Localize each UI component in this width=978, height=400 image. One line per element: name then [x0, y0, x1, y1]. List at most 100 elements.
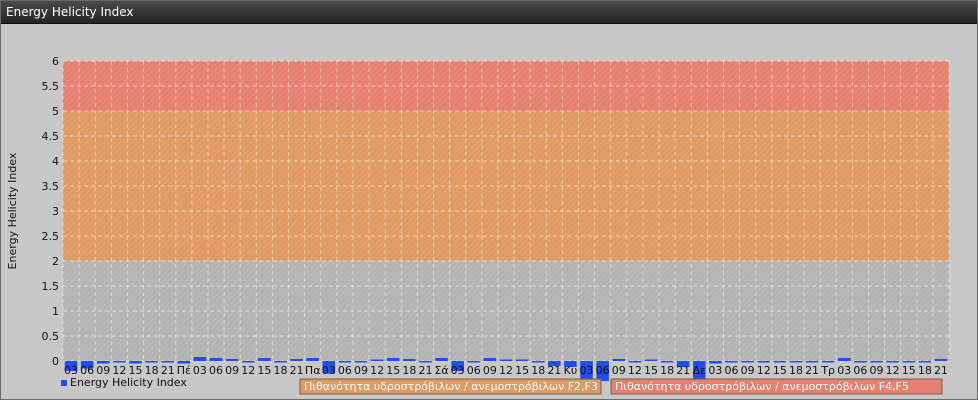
bar [918, 361, 932, 363]
bar [934, 359, 948, 361]
y-tick-label: 4.5 [42, 130, 60, 143]
y-axis-label: Energy Helicity Index [6, 152, 19, 269]
x-tick-label: Κυ [564, 364, 578, 377]
bar [225, 359, 239, 361]
title-bar: Energy Helicity Index [1, 1, 977, 24]
x-tick-label: 09 [225, 364, 239, 377]
x-tick-label: 03 [193, 364, 207, 377]
x-tick-label: Δε [693, 364, 707, 377]
legend-swatch [61, 380, 67, 386]
x-tick-label: 09 [870, 364, 884, 377]
bar [306, 358, 319, 361]
x-tick-label: 12 [886, 364, 900, 377]
bar [773, 361, 787, 363]
y-tick-label: 3 [52, 205, 59, 218]
x-tick-label: 12 [628, 364, 642, 377]
x-tick-label: 06 [338, 364, 352, 377]
x-tick-label: 09 [612, 364, 626, 377]
band-label-2: Πιθανότητα υδροστρόβιλων / ανεμοστρόβιλω… [615, 380, 909, 393]
x-tick-label: 21 [418, 364, 432, 377]
y-tick-label: 0.5 [42, 330, 60, 343]
x-tick-label: 03 [451, 364, 465, 377]
x-tick-label: 12 [499, 364, 513, 377]
x-tick-label: 09 [741, 364, 755, 377]
bar [821, 361, 835, 363]
bar [370, 359, 384, 361]
x-tick-label: Σά [434, 364, 448, 377]
bar [241, 361, 255, 363]
bar [854, 361, 867, 363]
x-tick-label: 21 [805, 364, 819, 377]
y-tick-label: 3.5 [42, 180, 60, 193]
y-tick-label: 1 [52, 305, 59, 318]
x-tick-label: 12 [241, 364, 255, 377]
x-tick-label: 15 [386, 364, 400, 377]
bar [483, 358, 497, 361]
bar [902, 361, 916, 363]
x-tick-label: 12 [370, 364, 384, 377]
x-tick-label: 03 [322, 364, 336, 377]
band-label-1: Πιθανότητα υδροστρόβιλων / ανεμοστρόβιλω… [304, 380, 598, 393]
bar [886, 361, 899, 363]
bar [113, 361, 126, 363]
y-tick-label: 0 [52, 355, 59, 368]
chart-panel: Energy Helicity Index 0 0.5 1 1.5 2 2.5 3 3.5 4 4… [0, 0, 978, 400]
y-tick-label: 5 [52, 105, 59, 118]
x-tick-label: 18 [402, 364, 416, 377]
bar [193, 357, 207, 361]
bar [499, 359, 513, 361]
bar [757, 361, 771, 363]
bar [274, 361, 287, 363]
bar [161, 361, 174, 363]
x-tick-label: 06 [853, 364, 867, 377]
bar [467, 361, 481, 363]
x-tick-label: 15 [257, 364, 271, 377]
x-tick-label: 21 [676, 364, 690, 377]
bar [644, 359, 658, 361]
x-tick-label: 18 [273, 364, 287, 377]
legend-label: Energy Helicity Index [70, 376, 187, 389]
x-tick-label: 03 [708, 364, 722, 377]
bar [741, 361, 754, 363]
energy-helicity-chart: 0 0.5 1 1.5 2 2.5 3 3.5 4 4.5 5 5.5 6 Energy Helicity… [6, 55, 950, 395]
y-tick-label: 5.5 [42, 80, 60, 93]
x-tick-label: 15 [644, 364, 658, 377]
bar [660, 361, 674, 363]
y-tick-label: 1.5 [42, 280, 60, 293]
x-tick-label: 18 [918, 364, 932, 377]
y-tick-label: 6 [52, 55, 59, 68]
bar [338, 361, 352, 363]
x-tick-label: 06 [596, 364, 610, 377]
bar [725, 361, 738, 363]
bar [805, 361, 819, 363]
panel-title: Energy Helicity Index [6, 5, 134, 19]
y-tick-label: 2 [52, 255, 59, 268]
x-tick-label: 06 [467, 364, 481, 377]
bar [209, 358, 223, 361]
x-tick-label: 09 [483, 364, 497, 377]
bar [628, 361, 642, 363]
bar [789, 361, 803, 363]
x-tick-label: 06 [209, 364, 223, 377]
x-tick-label: 18 [789, 364, 803, 377]
bar [386, 358, 400, 361]
x-tick-label: 15 [773, 364, 787, 377]
x-tick-label: 18 [660, 364, 674, 377]
y-tick-label: 2.5 [42, 230, 60, 243]
bar [870, 361, 883, 363]
bar [145, 361, 158, 363]
x-tick-label: 15 [515, 364, 529, 377]
bar [531, 361, 545, 363]
bar [403, 359, 416, 361]
bar [435, 358, 448, 361]
bar [838, 358, 851, 361]
x-tick-label: 21 [290, 364, 304, 377]
x-tick-label: 21 [934, 364, 948, 377]
bar [515, 359, 529, 361]
x-tick-label: 15 [902, 364, 916, 377]
x-tick-label: 21 [547, 364, 561, 377]
x-tick-label: 09 [354, 364, 368, 377]
x-tick-label: 12 [757, 364, 771, 377]
x-tick-label: Πα [305, 364, 321, 377]
bar [419, 361, 432, 363]
